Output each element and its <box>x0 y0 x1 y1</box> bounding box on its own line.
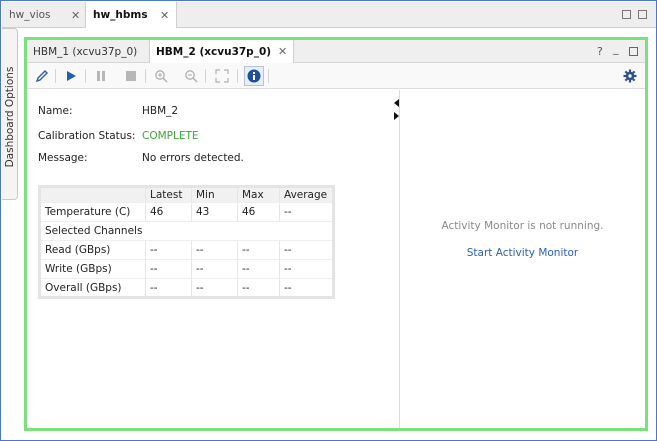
dashboard-options-strip[interactable]: Dashboard Options <box>2 28 18 200</box>
name-label: Name: <box>38 105 73 117</box>
table-row: Temperature (C) 46 43 46 -- <box>39 202 334 222</box>
close-icon[interactable]: ✕ <box>71 9 80 22</box>
cell: -- <box>145 259 192 279</box>
row-label: Temperature (C) <box>39 202 146 222</box>
edit-icon[interactable] <box>33 67 51 85</box>
name-value: HBM_2 <box>142 105 179 117</box>
hbm-dashboard: HBM_1 (xcvu37p_0) HBM_2 (xcvu37p_0) ✕ ? … <box>24 37 648 431</box>
calibration-status-label: Calibration Status: <box>38 130 136 142</box>
tab-hbm-2[interactable]: HBM_2 (xcvu37p_0) ✕ <box>149 40 294 63</box>
cell: -- <box>279 278 334 298</box>
gear-icon[interactable] <box>621 67 639 85</box>
table-row: Read (GBps) -- -- -- -- <box>39 240 334 260</box>
stop-icon[interactable] <box>122 67 140 85</box>
row-label: Selected Channels <box>39 221 334 241</box>
tab-label: HBM_1 (xcvu37p_0) <box>33 45 138 58</box>
inner-tab-bar: HBM_1 (xcvu37p_0) HBM_2 (xcvu37p_0) ✕ ? … <box>27 40 645 63</box>
tab-label: hw_hbms <box>93 9 148 21</box>
row-label: Read (GBps) <box>39 240 146 260</box>
dashboard-options-label: Dashboard Options <box>4 66 16 168</box>
message-value: No errors detected. <box>142 152 244 164</box>
message-label: Message: <box>38 152 88 164</box>
column-header <box>39 186 146 203</box>
column-header[interactable]: Average <box>279 186 334 203</box>
cell: -- <box>279 202 334 222</box>
cell: -- <box>237 240 280 260</box>
tab-label: HBM_2 (xcvu37p_0) <box>156 45 272 58</box>
pause-icon[interactable] <box>92 67 110 85</box>
column-header[interactable]: Latest <box>145 186 192 203</box>
zoom-out-icon[interactable] <box>182 67 200 85</box>
outer-tab-bar: hw_vios ✕ hw_hbms ✕ <box>2 2 656 28</box>
activity-monitor-status: Activity Monitor is not running. <box>441 220 604 232</box>
start-activity-monitor-link[interactable]: Start Activity Monitor <box>400 247 645 259</box>
cell: 43 <box>191 202 238 222</box>
toolbar <box>27 63 645 89</box>
tab-hw-vios[interactable]: hw_vios ✕ <box>2 2 85 28</box>
activity-monitor-pane: Activity Monitor is not running. Start A… <box>400 90 645 428</box>
cell: 46 <box>145 202 192 222</box>
tab-label: hw_vios <box>9 9 51 21</box>
cell: -- <box>145 278 192 298</box>
calibration-status-value: COMPLETE <box>142 130 199 142</box>
cell: 46 <box>237 202 280 222</box>
tab-hw-hbms[interactable]: hw_hbms ✕ <box>85 2 177 28</box>
restore-icon[interactable] <box>622 10 631 19</box>
fit-icon[interactable] <box>213 67 231 85</box>
table-row: Write (GBps) -- -- -- -- <box>39 259 334 279</box>
column-header[interactable]: Max <box>237 186 280 203</box>
tab-hbm-1[interactable]: HBM_1 (xcvu37p_0) <box>27 40 149 63</box>
cell: -- <box>145 240 192 260</box>
zoom-in-icon[interactable] <box>152 67 170 85</box>
collapse-left-icon[interactable] <box>394 99 399 107</box>
row-label: Write (GBps) <box>39 259 146 279</box>
minimize-icon[interactable]: _ <box>613 42 619 55</box>
help-icon[interactable]: ? <box>597 45 603 58</box>
run-icon[interactable] <box>62 67 80 85</box>
row-label: Overall (GBps) <box>39 278 146 298</box>
stats-table: Latest Min Max Average Temperature (C) 4… <box>38 185 335 299</box>
cell: -- <box>191 278 238 298</box>
close-icon[interactable]: ✕ <box>278 45 287 58</box>
table-row: Selected Channels <box>39 221 334 241</box>
cell: -- <box>191 240 238 260</box>
cell: -- <box>191 259 238 279</box>
column-header[interactable]: Min <box>191 186 238 203</box>
cell: -- <box>279 240 334 260</box>
collapse-right-icon[interactable] <box>394 112 399 120</box>
table-row: Overall (GBps) -- -- -- -- <box>39 278 334 298</box>
table-header-row: Latest Min Max Average <box>39 186 334 203</box>
main-window: hw_vios ✕ hw_hbms ✕ Dashboard Options HB… <box>0 0 657 441</box>
cell: -- <box>237 278 280 298</box>
details-pane: Name: HBM_2 Calibration Status: COMPLETE… <box>27 90 399 428</box>
maximize-icon[interactable] <box>638 10 647 19</box>
cell: -- <box>279 259 334 279</box>
info-icon[interactable] <box>244 66 264 86</box>
close-icon[interactable]: ✕ <box>160 9 169 22</box>
maximize-icon[interactable] <box>629 47 638 56</box>
cell: -- <box>237 259 280 279</box>
